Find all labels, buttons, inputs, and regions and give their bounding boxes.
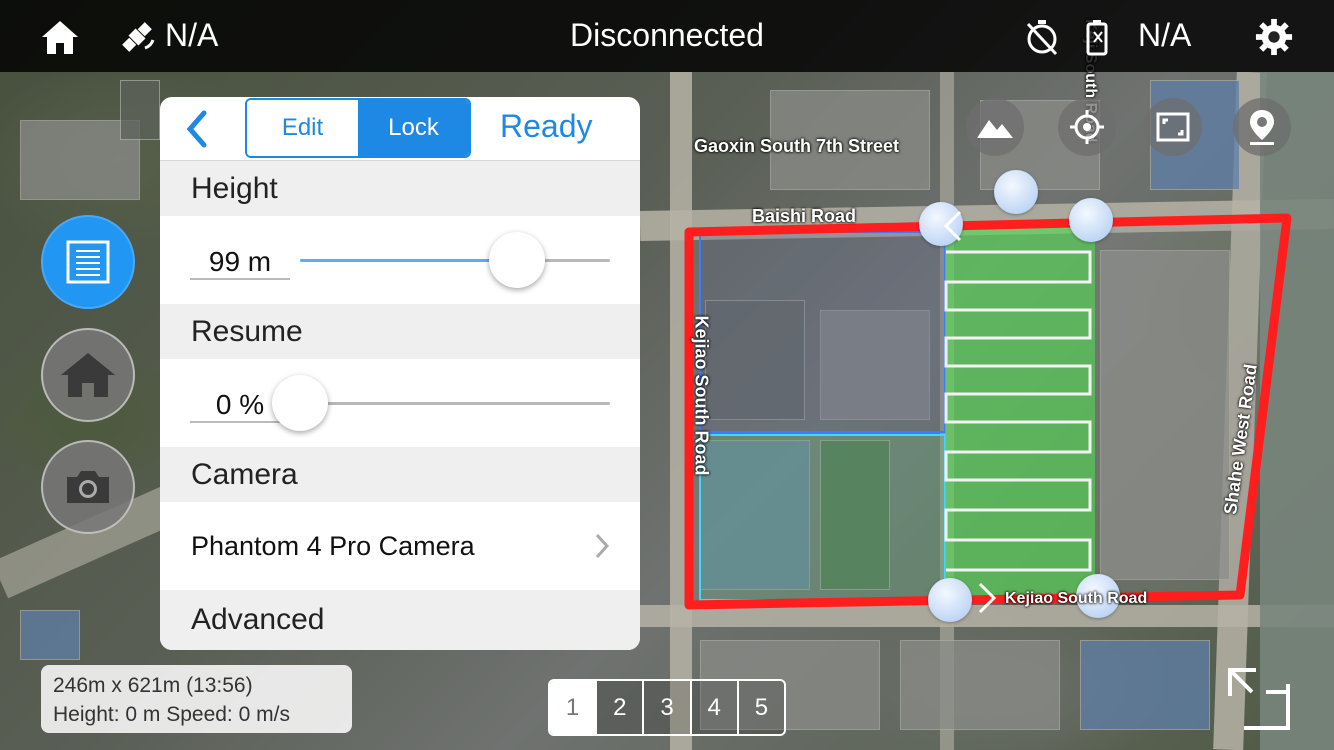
area-handle[interactable] [1069,198,1113,242]
connection-status: Disconnected [570,17,764,53]
section-header-resume: Resume [160,304,640,359]
home-point-button[interactable] [41,328,135,422]
area-plan-icon [66,240,110,284]
camera-name: Phantom 4 Pro Camera [191,530,475,561]
mountain-icon [977,120,1013,138]
battery-icon [1086,20,1108,56]
page-tab-2[interactable]: 2 [595,681,643,734]
height-slider-thumb[interactable] [489,232,545,288]
panel-header: Edit Lock Ready [160,97,640,161]
map-type-button[interactable] [966,98,1024,156]
page-tab-4[interactable]: 4 [689,681,737,734]
status-bar: N/A Disconnected N/A [0,0,1334,72]
section-header-camera: Camera [160,447,640,502]
page-tabs: 1 2 3 4 5 [548,679,786,736]
locate-button[interactable] [1058,98,1116,156]
height-slider-fill [300,259,517,262]
chevron-right-icon [595,533,610,559]
crosshair-icon [1070,110,1104,144]
timer-off-icon [1026,20,1058,56]
camera-icon [67,471,109,503]
battery-status: N/A [1138,17,1192,53]
ready-button[interactable]: Ready [500,108,593,145]
area-size-text: 246m x 621m (13:56) [53,674,253,697]
camera-button[interactable] [41,440,135,534]
page-tab-3[interactable]: 3 [642,681,690,734]
end-arrow-icon [978,582,997,614]
section-header-height: Height [160,161,640,216]
back-icon[interactable] [180,109,214,149]
mission-info-box: 246m x 621m (13:56) Height: 0 m Speed: 0… [41,665,352,733]
gear-icon[interactable] [1254,18,1294,56]
area-mission-button[interactable] [41,215,135,309]
resume-slider-thumb[interactable] [272,375,328,431]
area-handle[interactable] [928,578,972,622]
tab-lock[interactable]: Lock [358,100,469,156]
height-row: 99 m [160,216,640,304]
street-label: Baishi Road [752,206,857,226]
height-value[interactable]: 99 m [190,246,290,280]
start-arrow-icon [943,210,962,242]
tab-edit[interactable]: Edit [247,100,358,156]
area-handle[interactable] [994,170,1038,214]
resume-slider[interactable] [272,375,610,431]
height-speed-text: Height: 0 m Speed: 0 m/s [53,703,290,726]
home-icon [61,353,115,397]
mission-settings-panel: Edit Lock Ready Height 99 m Resume 0 % C… [160,97,640,650]
street-label: Gaoxin South 7th Street [694,136,900,156]
user-location-button[interactable] [1233,98,1291,156]
street-label: Kejiao South Road [1005,590,1148,607]
expand-icon[interactable] [1226,666,1292,732]
street-label: Kejiao South Road [691,315,712,476]
fit-view-button[interactable] [1144,98,1202,156]
section-header-advanced[interactable]: Advanced [160,590,640,650]
height-slider[interactable] [300,232,610,288]
frame-icon [1156,112,1190,142]
edit-lock-toggle[interactable]: Edit Lock [245,98,471,158]
resume-row: 0 % [160,359,640,447]
page-tab-1[interactable]: 1 [550,681,596,734]
camera-select-row[interactable]: Phantom 4 Pro Camera [160,502,640,590]
page-tab-5[interactable]: 5 [736,681,784,734]
map-pin-icon [1250,110,1274,145]
